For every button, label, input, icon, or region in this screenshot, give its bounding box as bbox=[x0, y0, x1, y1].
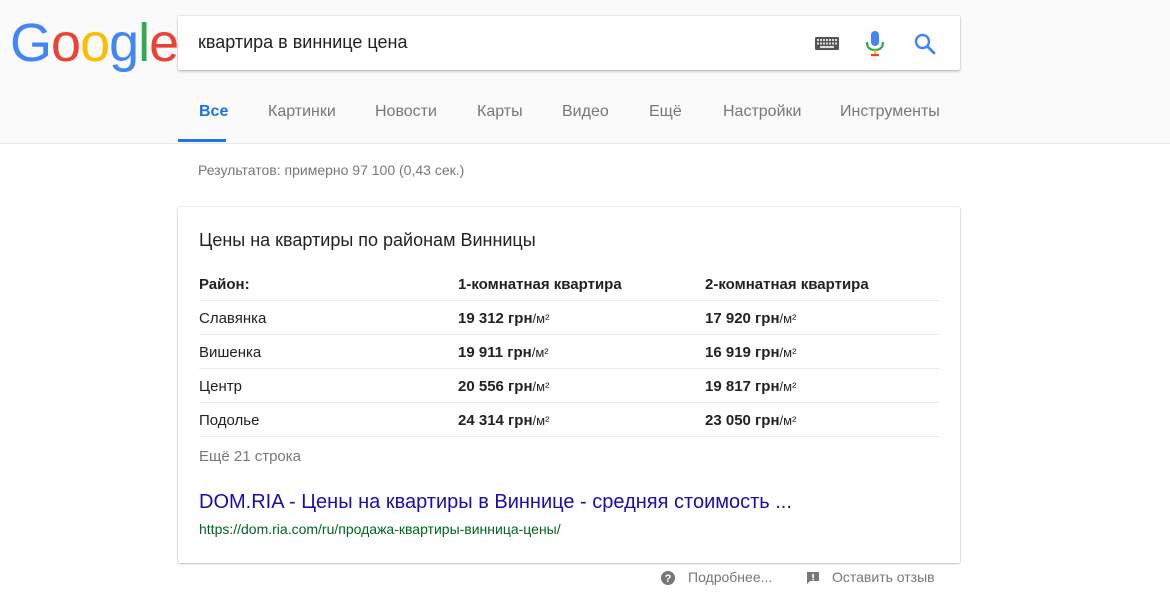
price-cell: 19 911 грн/м² bbox=[458, 344, 549, 361]
district-cell: Славянка bbox=[199, 310, 267, 327]
price-value: 16 919 грн bbox=[705, 344, 780, 361]
result-title-link[interactable]: DOM.RIA - Цены на квартиры в Виннице - с… bbox=[199, 491, 792, 514]
tab-more[interactable]: Ещё bbox=[649, 103, 682, 121]
table-row: Славянка 19 312 грн/м² 17 920 грн/м² bbox=[199, 301, 940, 335]
result-stats: Результатов: примерно 97 100 (0,43 сек.) bbox=[198, 162, 465, 178]
keyboard-icon[interactable] bbox=[815, 37, 839, 50]
district-cell: Центр bbox=[199, 378, 242, 395]
price-table: Район: 1-комнатная квартира 2-комнатная … bbox=[199, 267, 940, 437]
price-value: 19 817 грн bbox=[705, 378, 780, 395]
table-header-row: Район: 1-комнатная квартира 2-комнатная … bbox=[199, 267, 940, 301]
search-box[interactable]: квартира в виннице цена bbox=[178, 16, 960, 70]
price-cell: 24 314 грн/м² bbox=[458, 412, 549, 429]
column-header: Район: bbox=[199, 276, 250, 293]
result-url: https://dom.ria.com/ru/продажа-квартиры-… bbox=[199, 521, 561, 537]
district-cell: Вишенка bbox=[199, 344, 262, 361]
price-value: 20 556 грн bbox=[458, 378, 533, 395]
search-input[interactable]: квартира в виннице цена bbox=[198, 32, 408, 53]
tab-settings[interactable]: Настройки bbox=[723, 103, 801, 121]
price-unit: /м² bbox=[779, 413, 797, 428]
tab-all[interactable]: Все bbox=[199, 103, 228, 121]
price-unit: /м² bbox=[532, 379, 550, 394]
more-rows-link[interactable]: Ещё 21 строка bbox=[199, 448, 301, 465]
price-unit: /м² bbox=[532, 413, 550, 428]
tab-tools[interactable]: Инструменты bbox=[840, 103, 940, 121]
price-unit: /м² bbox=[532, 311, 550, 326]
table-row: Подолье 24 314 грн/м² 23 050 грн/м² bbox=[199, 403, 940, 437]
district-cell: Подолье bbox=[199, 412, 260, 429]
google-logo[interactable]: Google bbox=[10, 12, 179, 74]
logo-letter: e bbox=[149, 13, 179, 73]
tab-maps[interactable]: Карты bbox=[477, 103, 523, 121]
help-icon[interactable]: ? bbox=[660, 570, 676, 586]
column-header: 1-комнатная квартира bbox=[458, 276, 622, 293]
price-unit: /м² bbox=[779, 379, 797, 394]
logo-letter: g bbox=[109, 13, 139, 73]
logo-letter: o bbox=[80, 13, 110, 73]
price-value: 19 312 грн bbox=[458, 310, 533, 327]
snippet-title: Цены на квартиры по районам Винницы bbox=[199, 230, 536, 250]
header: Google квартира в виннице цена Все Карти… bbox=[0, 0, 1170, 144]
price-unit: /м² bbox=[531, 345, 549, 360]
price-value: 19 911 грн bbox=[458, 344, 532, 361]
price-cell: 17 920 грн/м² bbox=[705, 310, 796, 327]
price-cell: 19 817 грн/м² bbox=[705, 378, 796, 395]
price-value: 17 920 грн bbox=[705, 310, 780, 327]
search-icon[interactable] bbox=[913, 32, 937, 56]
price-cell: 19 312 грн/м² bbox=[458, 310, 549, 327]
column-header: 2-комнатная квартира bbox=[705, 276, 869, 293]
svg-text:?: ? bbox=[665, 573, 672, 585]
price-cell: 16 919 грн/м² bbox=[705, 344, 796, 361]
mic-icon[interactable] bbox=[866, 31, 884, 57]
featured-snippet: Цены на квартиры по районам Винницы Райо… bbox=[178, 207, 960, 563]
table-row: Центр 20 556 грн/м² 19 817 грн/м² bbox=[199, 369, 940, 403]
price-cell: 20 556 грн/м² bbox=[458, 378, 549, 395]
table-row: Вишенка 19 911 грн/м² 16 919 грн/м² bbox=[199, 335, 940, 369]
feedback-link[interactable]: Оставить отзыв bbox=[832, 569, 935, 585]
logo-letter: G bbox=[10, 13, 52, 73]
tab-news[interactable]: Новости bbox=[375, 103, 437, 121]
price-unit: /м² bbox=[779, 345, 797, 360]
logo-letter: l bbox=[138, 13, 150, 73]
tab-images[interactable]: Картинки bbox=[268, 103, 336, 121]
price-value: 23 050 грн bbox=[705, 412, 780, 429]
about-link[interactable]: Подробнее... bbox=[688, 569, 772, 585]
price-unit: /м² bbox=[779, 311, 797, 326]
logo-letter: o bbox=[51, 13, 81, 73]
active-tab-indicator bbox=[178, 139, 226, 142]
feedback-icon[interactable] bbox=[806, 571, 820, 585]
price-cell: 23 050 грн/м² bbox=[705, 412, 796, 429]
tab-video[interactable]: Видео bbox=[562, 103, 609, 121]
price-value: 24 314 грн bbox=[458, 412, 533, 429]
